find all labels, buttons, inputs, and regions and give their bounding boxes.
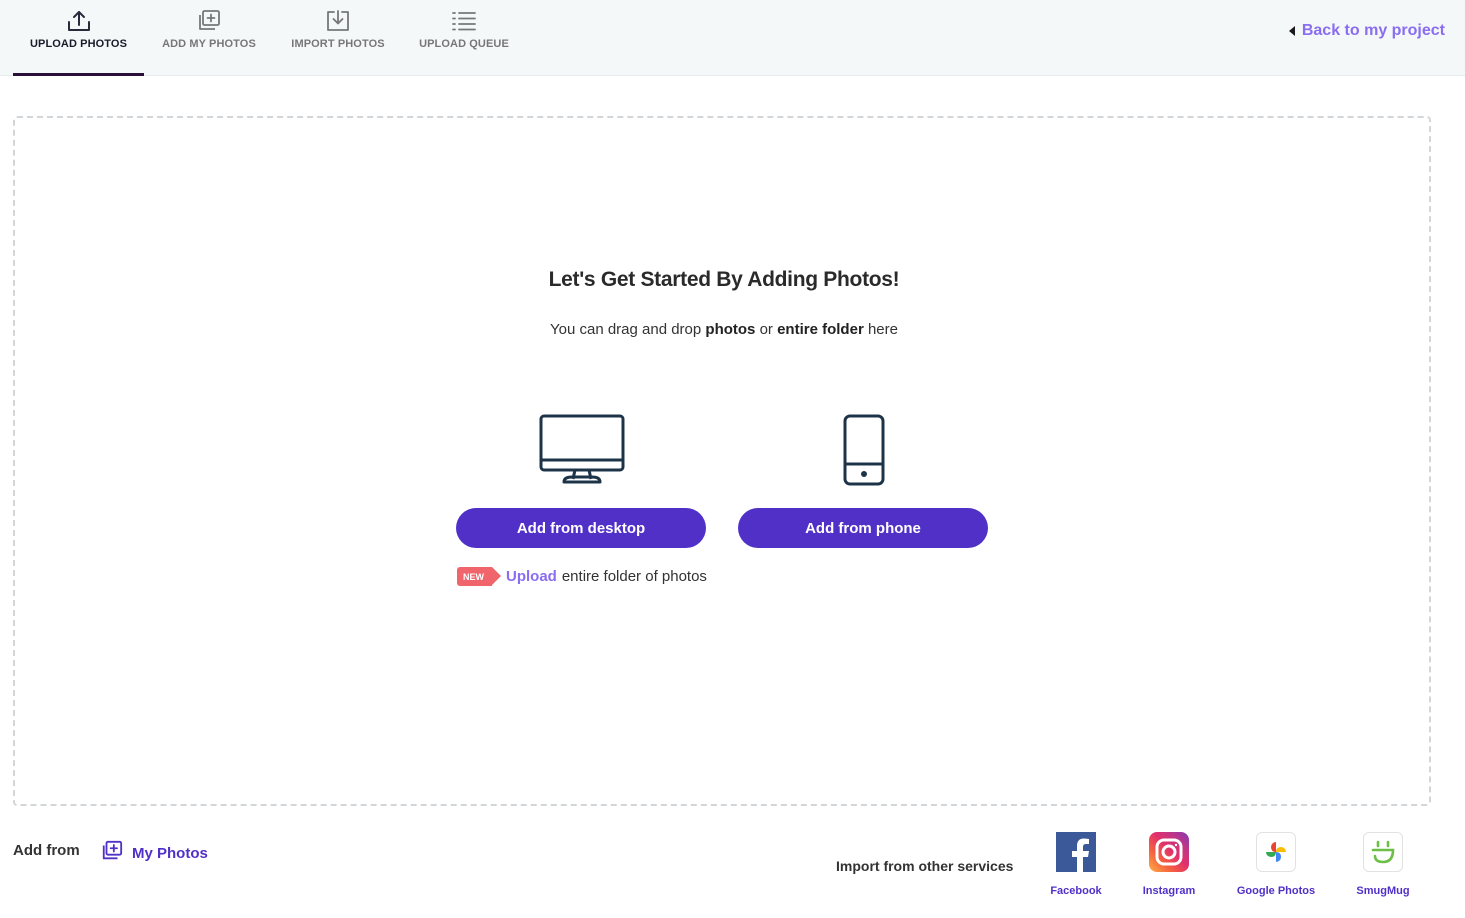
instagram-icon bbox=[1149, 832, 1189, 872]
google-photos-icon bbox=[1256, 832, 1296, 872]
import-icon bbox=[324, 8, 352, 34]
upload-folder-text: entire folder of photos bbox=[561, 568, 707, 585]
tab-upload-photos[interactable]: UPLOAD PHOTOS bbox=[13, 0, 144, 76]
instruction-bold: photos bbox=[705, 321, 756, 338]
desktop-monitor-icon bbox=[538, 414, 626, 486]
upload-icon bbox=[65, 8, 93, 34]
service-facebook[interactable]: Facebook bbox=[1046, 832, 1106, 897]
instruction-text: here bbox=[863, 321, 898, 338]
add-photo-icon bbox=[195, 8, 223, 34]
smugmug-icon bbox=[1363, 832, 1403, 872]
facebook-icon bbox=[1056, 832, 1096, 872]
import-services-label: Import from other services bbox=[836, 858, 1014, 874]
service-instagram[interactable]: Instagram bbox=[1138, 832, 1200, 897]
tab-import-photos[interactable]: IMPORT PHOTOS bbox=[280, 0, 396, 76]
new-badge: NEW bbox=[457, 567, 501, 586]
photo-drop-zone[interactable]: Let's Get Started By Adding Photos! You … bbox=[13, 116, 1431, 806]
add-from-label: Add from bbox=[13, 842, 80, 859]
add-from-desktop-button[interactable]: Add from desktop bbox=[456, 508, 706, 548]
tab-label: IMPORT PHOTOS bbox=[291, 38, 385, 50]
tab-upload-queue[interactable]: UPLOAD QUEUE bbox=[408, 0, 520, 76]
top-tab-bar: UPLOAD PHOTOS ADD MY PHOTOS IMPORT PHOTO… bbox=[0, 0, 1465, 76]
my-photos-link[interactable]: My Photos bbox=[100, 840, 208, 866]
service-smugmug[interactable]: SmugMug bbox=[1352, 832, 1414, 897]
upload-folder-row: NEW Upload entire folder of photos bbox=[457, 567, 707, 586]
tab-add-my-photos[interactable]: ADD MY PHOTOS bbox=[148, 0, 270, 76]
service-label: Google Photos bbox=[1236, 885, 1316, 897]
tab-label: ADD MY PHOTOS bbox=[162, 38, 256, 50]
service-google-photos[interactable]: Google Photos bbox=[1232, 832, 1320, 897]
my-photos-label: My Photos bbox=[132, 844, 208, 862]
upload-folder-link[interactable]: Upload bbox=[506, 568, 557, 585]
instruction-bold: entire folder bbox=[777, 321, 864, 338]
tab-label: UPLOAD PHOTOS bbox=[29, 38, 128, 50]
caret-left-icon bbox=[1288, 26, 1295, 36]
instruction-text: or bbox=[755, 321, 778, 338]
service-label: Instagram bbox=[1142, 885, 1196, 897]
page-title: Let's Get Started By Adding Photos! bbox=[548, 268, 900, 291]
tab-label: UPLOAD QUEUE bbox=[419, 38, 509, 50]
list-icon bbox=[450, 8, 478, 34]
smartphone-icon bbox=[842, 414, 886, 486]
instruction-text: You can drag and drop bbox=[550, 321, 706, 338]
drop-instructions: You can drag and drop photos or entire f… bbox=[15, 321, 1433, 338]
service-label: SmugMug bbox=[1356, 885, 1410, 897]
add-from-phone-button[interactable]: Add from phone bbox=[738, 508, 988, 548]
back-to-project-link[interactable]: Back to my project bbox=[1288, 22, 1445, 40]
add-photo-icon bbox=[100, 840, 124, 866]
service-label: Facebook bbox=[1050, 885, 1102, 897]
back-link-label: Back to my project bbox=[1301, 22, 1445, 39]
